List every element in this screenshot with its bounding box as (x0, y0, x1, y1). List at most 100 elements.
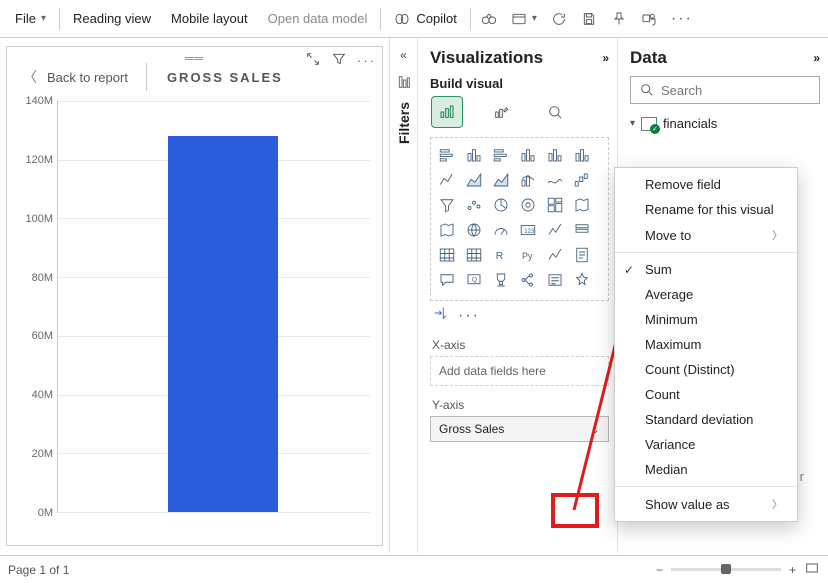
y-tick-label: 0M (9, 507, 53, 519)
more-icon[interactable]: ··· (458, 307, 480, 325)
viz-type-narrative[interactable] (543, 269, 567, 291)
viz-type-gauge[interactable] (489, 219, 513, 241)
menu-divider (615, 486, 797, 487)
reading-view-button[interactable]: Reading view (64, 0, 160, 37)
menu-count-distinct[interactable]: Count (Distinct) (615, 357, 797, 382)
filters-label[interactable]: Filters (396, 102, 412, 144)
visual-card[interactable]: ══ ··· 〈 Back to report GROSS SALES (6, 46, 383, 546)
viz-type-qna[interactable]: Q (462, 269, 486, 291)
save-button[interactable] (575, 0, 603, 37)
table-name: financials (663, 116, 717, 131)
menu-variance[interactable]: Variance (615, 432, 797, 457)
viz-type-table[interactable] (435, 244, 459, 266)
viz-type-kpi2[interactable] (543, 244, 567, 266)
y-axis: 0M20M40M60M80M100M120M140M (9, 101, 53, 513)
menu-count[interactable]: Count (615, 382, 797, 407)
back-to-report-button[interactable]: 〈 Back to report (23, 67, 146, 87)
collapse-data-icon[interactable]: » (813, 51, 820, 65)
search-input[interactable]: Search (630, 76, 820, 104)
menu-sum[interactable]: ✓ Sum (615, 257, 797, 282)
yaxis-field-pill[interactable]: Gross Sales ⌄ (430, 416, 609, 442)
reading-view-label: Reading view (73, 11, 151, 26)
zoom-slider[interactable] (671, 568, 781, 571)
viz-type-bars-h-stack[interactable] (489, 144, 513, 166)
viz-type-area[interactable] (462, 169, 486, 191)
build-visual-tab[interactable] (432, 97, 462, 127)
more-options-icon[interactable]: ··· (357, 53, 376, 68)
viz-type-bars-v-stack[interactable] (543, 144, 567, 166)
viz-type-pie[interactable] (489, 194, 513, 216)
zoom-out-icon[interactable]: − (656, 563, 663, 577)
menu-show-value-as[interactable]: Show value as 〉 (615, 491, 797, 517)
refresh-button[interactable] (545, 0, 573, 37)
more-visuals-icon[interactable] (432, 305, 448, 326)
menu-remove-field[interactable]: Remove field (615, 172, 797, 197)
menu-move-to[interactable]: Move to 〉 (615, 222, 797, 248)
viz-type-rscript[interactable]: R (489, 244, 513, 266)
viz-type-map[interactable] (570, 194, 594, 216)
pin-button[interactable] (605, 0, 633, 37)
viz-type-scatter[interactable] (462, 194, 486, 216)
y-tick-label: 40M (9, 389, 53, 401)
zoom-control[interactable]: − + (656, 560, 820, 579)
viz-type-chat[interactable] (435, 269, 459, 291)
filters-icon[interactable] (396, 74, 412, 90)
menu-median[interactable]: Median (615, 457, 797, 482)
teams-button[interactable] (635, 0, 663, 37)
menu-average[interactable]: Average (615, 282, 797, 307)
binoculars-button[interactable] (475, 0, 503, 37)
menu-minimum[interactable]: Minimum (615, 307, 797, 332)
viz-type-matrix[interactable] (462, 244, 486, 266)
table-financials[interactable]: ▾ ✓ financials (630, 114, 820, 133)
layout-button[interactable]: ▾ (505, 0, 543, 37)
svg-text:R: R (496, 250, 504, 262)
viz-type-trophy[interactable] (489, 269, 513, 291)
viz-type-bars-v-stack[interactable] (570, 144, 594, 166)
viz-type-bars-v-100[interactable] (516, 144, 540, 166)
viz-type-globe[interactable] (462, 219, 486, 241)
mobile-layout-button[interactable]: Mobile layout (162, 0, 257, 37)
viz-type-kpi[interactable] (543, 219, 567, 241)
viz-type-combo[interactable] (516, 169, 540, 191)
viz-type-funnel[interactable] (435, 194, 459, 216)
menu-rename-label: Rename for this visual (645, 202, 774, 217)
viz-type-area-stack[interactable] (489, 169, 513, 191)
viz-type-ai[interactable] (570, 269, 594, 291)
viz-type-decomp[interactable] (516, 269, 540, 291)
filter-icon[interactable] (331, 51, 347, 70)
bar[interactable] (168, 136, 278, 512)
expand-filters-icon[interactable]: « (400, 48, 407, 62)
drag-handle-icon[interactable]: ══ (185, 51, 204, 65)
focus-mode-icon[interactable] (305, 51, 321, 70)
viz-type-card[interactable]: 123 (516, 219, 540, 241)
menu-stddev[interactable]: Standard deviation (615, 407, 797, 432)
viz-type-tree[interactable] (543, 194, 567, 216)
menu-sum-label: Sum (645, 262, 672, 277)
viz-type-line[interactable] (435, 169, 459, 191)
analytics-tab[interactable] (540, 97, 570, 127)
status-bar: Page 1 of 1 − + (0, 555, 828, 583)
viz-type-paginated[interactable] (570, 244, 594, 266)
viz-type-slicer[interactable] (570, 219, 594, 241)
viz-type-waterfall[interactable] (570, 169, 594, 191)
fit-page-icon[interactable] (804, 560, 820, 579)
viz-type-donut[interactable] (516, 194, 540, 216)
chart: 0M20M40M60M80M100M120M140M (7, 99, 382, 529)
menu-rename[interactable]: Rename for this visual (615, 197, 797, 222)
file-menu[interactable]: File ▾ (6, 0, 55, 37)
copilot-button[interactable]: Copilot (385, 0, 465, 37)
xaxis-well[interactable]: Add data fields here (430, 356, 609, 386)
viz-type-bars-h[interactable] (435, 144, 459, 166)
collapse-viz-icon[interactable]: » (602, 51, 609, 65)
menu-median-label: Median (645, 462, 688, 477)
more-button[interactable]: ··· (665, 0, 699, 37)
menu-maximum[interactable]: Maximum (615, 332, 797, 357)
viz-type-python[interactable]: Py (516, 244, 540, 266)
chevron-down-icon[interactable]: ⌄ (591, 423, 600, 436)
viz-type-filled-map[interactable] (435, 219, 459, 241)
zoom-in-icon[interactable]: + (789, 563, 796, 577)
viz-type-ribbon[interactable] (543, 169, 567, 191)
format-visual-tab[interactable] (486, 97, 516, 127)
viz-type-bars-v[interactable] (462, 144, 486, 166)
chevron-right-icon: 〉 (772, 496, 783, 512)
